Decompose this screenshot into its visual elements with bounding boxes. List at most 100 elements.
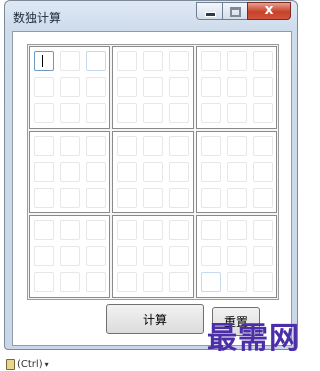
- sudoku-cell[interactable]: [169, 187, 190, 208]
- sudoku-cell[interactable]: [34, 135, 54, 156]
- sudoku-cell[interactable]: [117, 77, 138, 97]
- sudoku-cell[interactable]: [60, 103, 80, 123]
- sudoku-cell[interactable]: [200, 220, 221, 241]
- sudoku-cell[interactable]: [143, 272, 164, 293]
- sudoku-cell[interactable]: [143, 51, 164, 71]
- sudoku-cell[interactable]: [200, 51, 221, 71]
- sudoku-cell[interactable]: [226, 103, 247, 123]
- sudoku-cell[interactable]: [252, 187, 273, 208]
- sudoku-cell[interactable]: [143, 161, 164, 182]
- sudoku-cell[interactable]: [117, 135, 138, 156]
- sudoku-cell[interactable]: [60, 161, 80, 182]
- sudoku-cell[interactable]: [226, 220, 247, 241]
- sudoku-cell[interactable]: [117, 220, 138, 241]
- sudoku-box: [29, 130, 111, 214]
- sudoku-cell[interactable]: [34, 272, 54, 293]
- sudoku-cell[interactable]: [117, 246, 138, 267]
- calculate-button[interactable]: 计算: [106, 304, 204, 334]
- sudoku-cell[interactable]: [169, 220, 190, 241]
- client-area: 计算 重置: [12, 31, 292, 346]
- maximize-button[interactable]: [222, 2, 247, 20]
- sudoku-cell[interactable]: [86, 246, 106, 267]
- sudoku-cell[interactable]: [252, 272, 273, 293]
- sudoku-box: [112, 46, 194, 129]
- sudoku-cell[interactable]: [34, 246, 54, 267]
- sudoku-cell[interactable]: [117, 161, 138, 182]
- sudoku-cell[interactable]: [60, 220, 80, 241]
- sudoku-cell[interactable]: [143, 103, 164, 123]
- paste-options-badge[interactable]: (Ctrl) ▾: [6, 357, 49, 371]
- sudoku-cell[interactable]: [117, 103, 138, 123]
- sudoku-cell[interactable]: [200, 272, 221, 293]
- close-button[interactable]: x: [247, 2, 291, 20]
- sudoku-cell[interactable]: [34, 187, 54, 208]
- sudoku-cell[interactable]: [60, 187, 80, 208]
- sudoku-cell[interactable]: [86, 187, 106, 208]
- sudoku-cell[interactable]: [169, 161, 190, 182]
- sudoku-cell[interactable]: [226, 187, 247, 208]
- minimize-button[interactable]: [196, 2, 222, 20]
- sudoku-cell[interactable]: [252, 103, 273, 123]
- sudoku-cell[interactable]: [252, 77, 273, 97]
- sudoku-cell[interactable]: [200, 161, 221, 182]
- sudoku-cell[interactable]: [169, 51, 190, 71]
- sudoku-cell[interactable]: [86, 77, 106, 97]
- sudoku-cell[interactable]: [169, 103, 190, 123]
- sudoku-cell[interactable]: [34, 51, 54, 71]
- sudoku-cell[interactable]: [117, 51, 138, 71]
- sudoku-cell[interactable]: [252, 135, 273, 156]
- sudoku-box: [29, 46, 111, 129]
- sudoku-cell[interactable]: [60, 135, 80, 156]
- sudoku-cell[interactable]: [86, 272, 106, 293]
- sudoku-cell[interactable]: [252, 161, 273, 182]
- sudoku-cell[interactable]: [34, 103, 54, 123]
- sudoku-cell[interactable]: [86, 161, 106, 182]
- maximize-icon: [230, 7, 241, 17]
- sudoku-cell[interactable]: [226, 272, 247, 293]
- clipboard-icon: [6, 358, 15, 370]
- sudoku-cell[interactable]: [169, 77, 190, 97]
- sudoku-cell[interactable]: [200, 246, 221, 267]
- sudoku-cell[interactable]: [226, 246, 247, 267]
- sudoku-cell[interactable]: [86, 220, 106, 241]
- window-title: 数独计算: [13, 11, 62, 25]
- sudoku-cell[interactable]: [117, 187, 138, 208]
- sudoku-cell[interactable]: [169, 135, 190, 156]
- sudoku-cell[interactable]: [143, 135, 164, 156]
- sudoku-cell[interactable]: [226, 135, 247, 156]
- sudoku-cell[interactable]: [226, 161, 247, 182]
- sudoku-cell[interactable]: [169, 246, 190, 267]
- sudoku-cell[interactable]: [143, 77, 164, 97]
- sudoku-cell[interactable]: [34, 220, 54, 241]
- sudoku-grid: [27, 44, 279, 300]
- sudoku-cell[interactable]: [200, 187, 221, 208]
- sudoku-cell[interactable]: [86, 103, 106, 123]
- sudoku-cell[interactable]: [143, 246, 164, 267]
- sudoku-cell[interactable]: [252, 220, 273, 241]
- close-icon: x: [264, 2, 274, 18]
- sudoku-cell[interactable]: [226, 77, 247, 97]
- sudoku-cell[interactable]: [169, 272, 190, 293]
- sudoku-cell[interactable]: [117, 272, 138, 293]
- sudoku-box: [195, 215, 277, 298]
- sudoku-box: [195, 46, 277, 129]
- sudoku-cell[interactable]: [200, 103, 221, 123]
- sudoku-cell[interactable]: [143, 187, 164, 208]
- sudoku-cell[interactable]: [252, 246, 273, 267]
- sudoku-cell[interactable]: [86, 135, 106, 156]
- sudoku-cell[interactable]: [34, 161, 54, 182]
- sudoku-cell[interactable]: [60, 51, 80, 71]
- title-bar[interactable]: 数独计算 x: [5, 1, 297, 31]
- sudoku-cell[interactable]: [226, 51, 247, 71]
- paste-options-label: (Ctrl): [17, 358, 43, 370]
- sudoku-cell[interactable]: [34, 77, 54, 97]
- sudoku-cell[interactable]: [60, 272, 80, 293]
- window-controls: x: [196, 2, 291, 20]
- sudoku-cell[interactable]: [86, 51, 106, 71]
- sudoku-cell[interactable]: [60, 246, 80, 267]
- sudoku-cell[interactable]: [60, 77, 80, 97]
- sudoku-cell[interactable]: [200, 135, 221, 156]
- sudoku-cell[interactable]: [143, 220, 164, 241]
- sudoku-cell[interactable]: [252, 51, 273, 71]
- sudoku-cell[interactable]: [200, 77, 221, 97]
